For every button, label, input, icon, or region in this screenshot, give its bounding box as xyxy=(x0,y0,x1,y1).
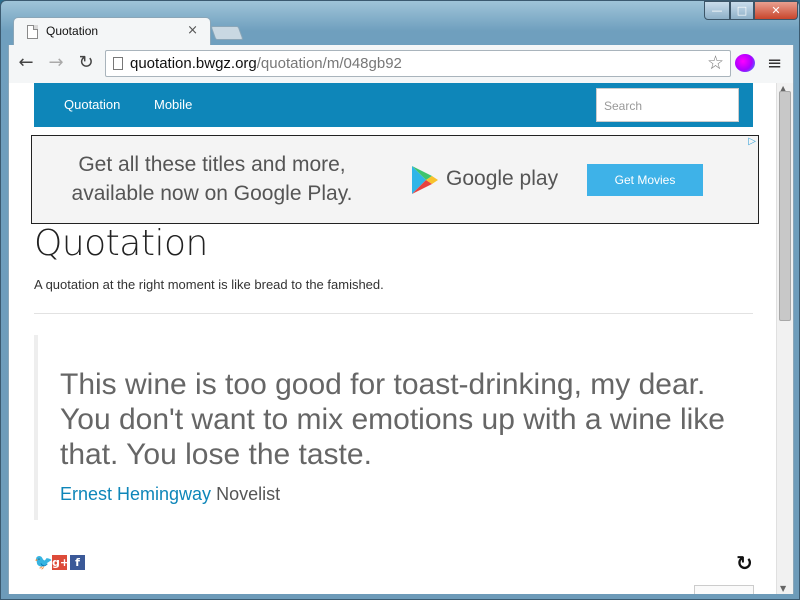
forward-button[interactable]: → xyxy=(45,52,67,74)
browser-window: Quotation × — □ ✕ ← → ↻ quotation.bwgz.o… xyxy=(0,0,800,600)
new-tab-button[interactable] xyxy=(210,26,244,40)
tab-title: Quotation xyxy=(46,24,99,38)
site-navbar: Quotation Mobile Search xyxy=(34,83,753,127)
author-role: Novelist xyxy=(216,484,281,504)
scroll-down-icon[interactable]: ▼ xyxy=(780,584,786,593)
ad-text-line: available now on Google Play. xyxy=(71,182,353,205)
google-play-brand: Google play xyxy=(446,167,559,190)
close-window-button[interactable]: ✕ xyxy=(754,1,798,20)
ad-text: Get all these titles and more, available… xyxy=(42,150,382,208)
scroll-thumb[interactable] xyxy=(779,91,791,321)
minimize-button[interactable]: — xyxy=(704,1,730,20)
extension-icon[interactable] xyxy=(735,54,755,72)
page-icon xyxy=(27,25,38,39)
bookmark-star-icon[interactable]: ☆ xyxy=(707,52,724,74)
page-viewport: Quotation Mobile Search Get all these ti… xyxy=(8,83,794,594)
page-title: Quotation xyxy=(34,223,208,264)
ad-banner[interactable]: Get all these titles and more, available… xyxy=(31,135,759,224)
nav-link-mobile[interactable]: Mobile xyxy=(154,97,192,112)
maximize-button[interactable]: □ xyxy=(730,1,754,20)
google-plus-icon[interactable]: g+ xyxy=(52,555,69,570)
feedback-widget[interactable] xyxy=(694,585,754,594)
divider xyxy=(34,313,753,314)
url-domain: quotation.bwgz.org xyxy=(130,55,257,72)
quote-text: This wine is too good for toast-drinking… xyxy=(60,368,725,471)
search-input[interactable]: Search xyxy=(596,88,739,122)
back-button[interactable]: ← xyxy=(15,52,37,74)
page-tagline: A quotation at the right moment is like … xyxy=(34,277,384,292)
close-tab-icon[interactable]: × xyxy=(187,23,198,38)
quote-block: This wine is too good for toast-drinking… xyxy=(34,335,753,520)
social-share: 🐦 g+ f xyxy=(34,555,85,570)
address-bar[interactable]: quotation.bwgz.org/quotation/m/048gb92 ☆ xyxy=(105,50,731,77)
quote-attribution: Ernest Hemingway Novelist xyxy=(60,484,280,505)
facebook-icon[interactable]: f xyxy=(70,555,85,570)
reload-button[interactable]: ↻ xyxy=(75,52,97,74)
adchoices-icon[interactable]: ▷ xyxy=(748,136,756,147)
vertical-scrollbar[interactable]: ▲ ▼ xyxy=(776,83,793,594)
url-path: /quotation/m/048gb92 xyxy=(256,55,402,72)
author-link[interactable]: Ernest Hemingway xyxy=(60,484,211,504)
window-controls: — □ ✕ xyxy=(704,1,798,21)
browser-toolbar: ← → ↻ quotation.bwgz.org/quotation/m/048… xyxy=(8,45,794,83)
google-play-icon xyxy=(412,166,438,194)
tab-strip: Quotation × — □ ✕ xyxy=(1,1,800,45)
refresh-quote-icon[interactable]: ↻ xyxy=(736,551,753,575)
get-movies-button[interactable]: Get Movies xyxy=(587,164,703,196)
page-icon xyxy=(113,57,123,70)
twitter-icon[interactable]: 🐦 xyxy=(34,555,53,570)
nav-link-quotation[interactable]: Quotation xyxy=(64,97,120,112)
url-text: quotation.bwgz.org/quotation/m/048gb92 xyxy=(130,55,402,72)
ad-text-line: Get all these titles and more, xyxy=(78,153,346,176)
browser-tab[interactable]: Quotation × xyxy=(13,17,211,45)
browser-menu-icon[interactable]: ≡ xyxy=(767,53,782,74)
